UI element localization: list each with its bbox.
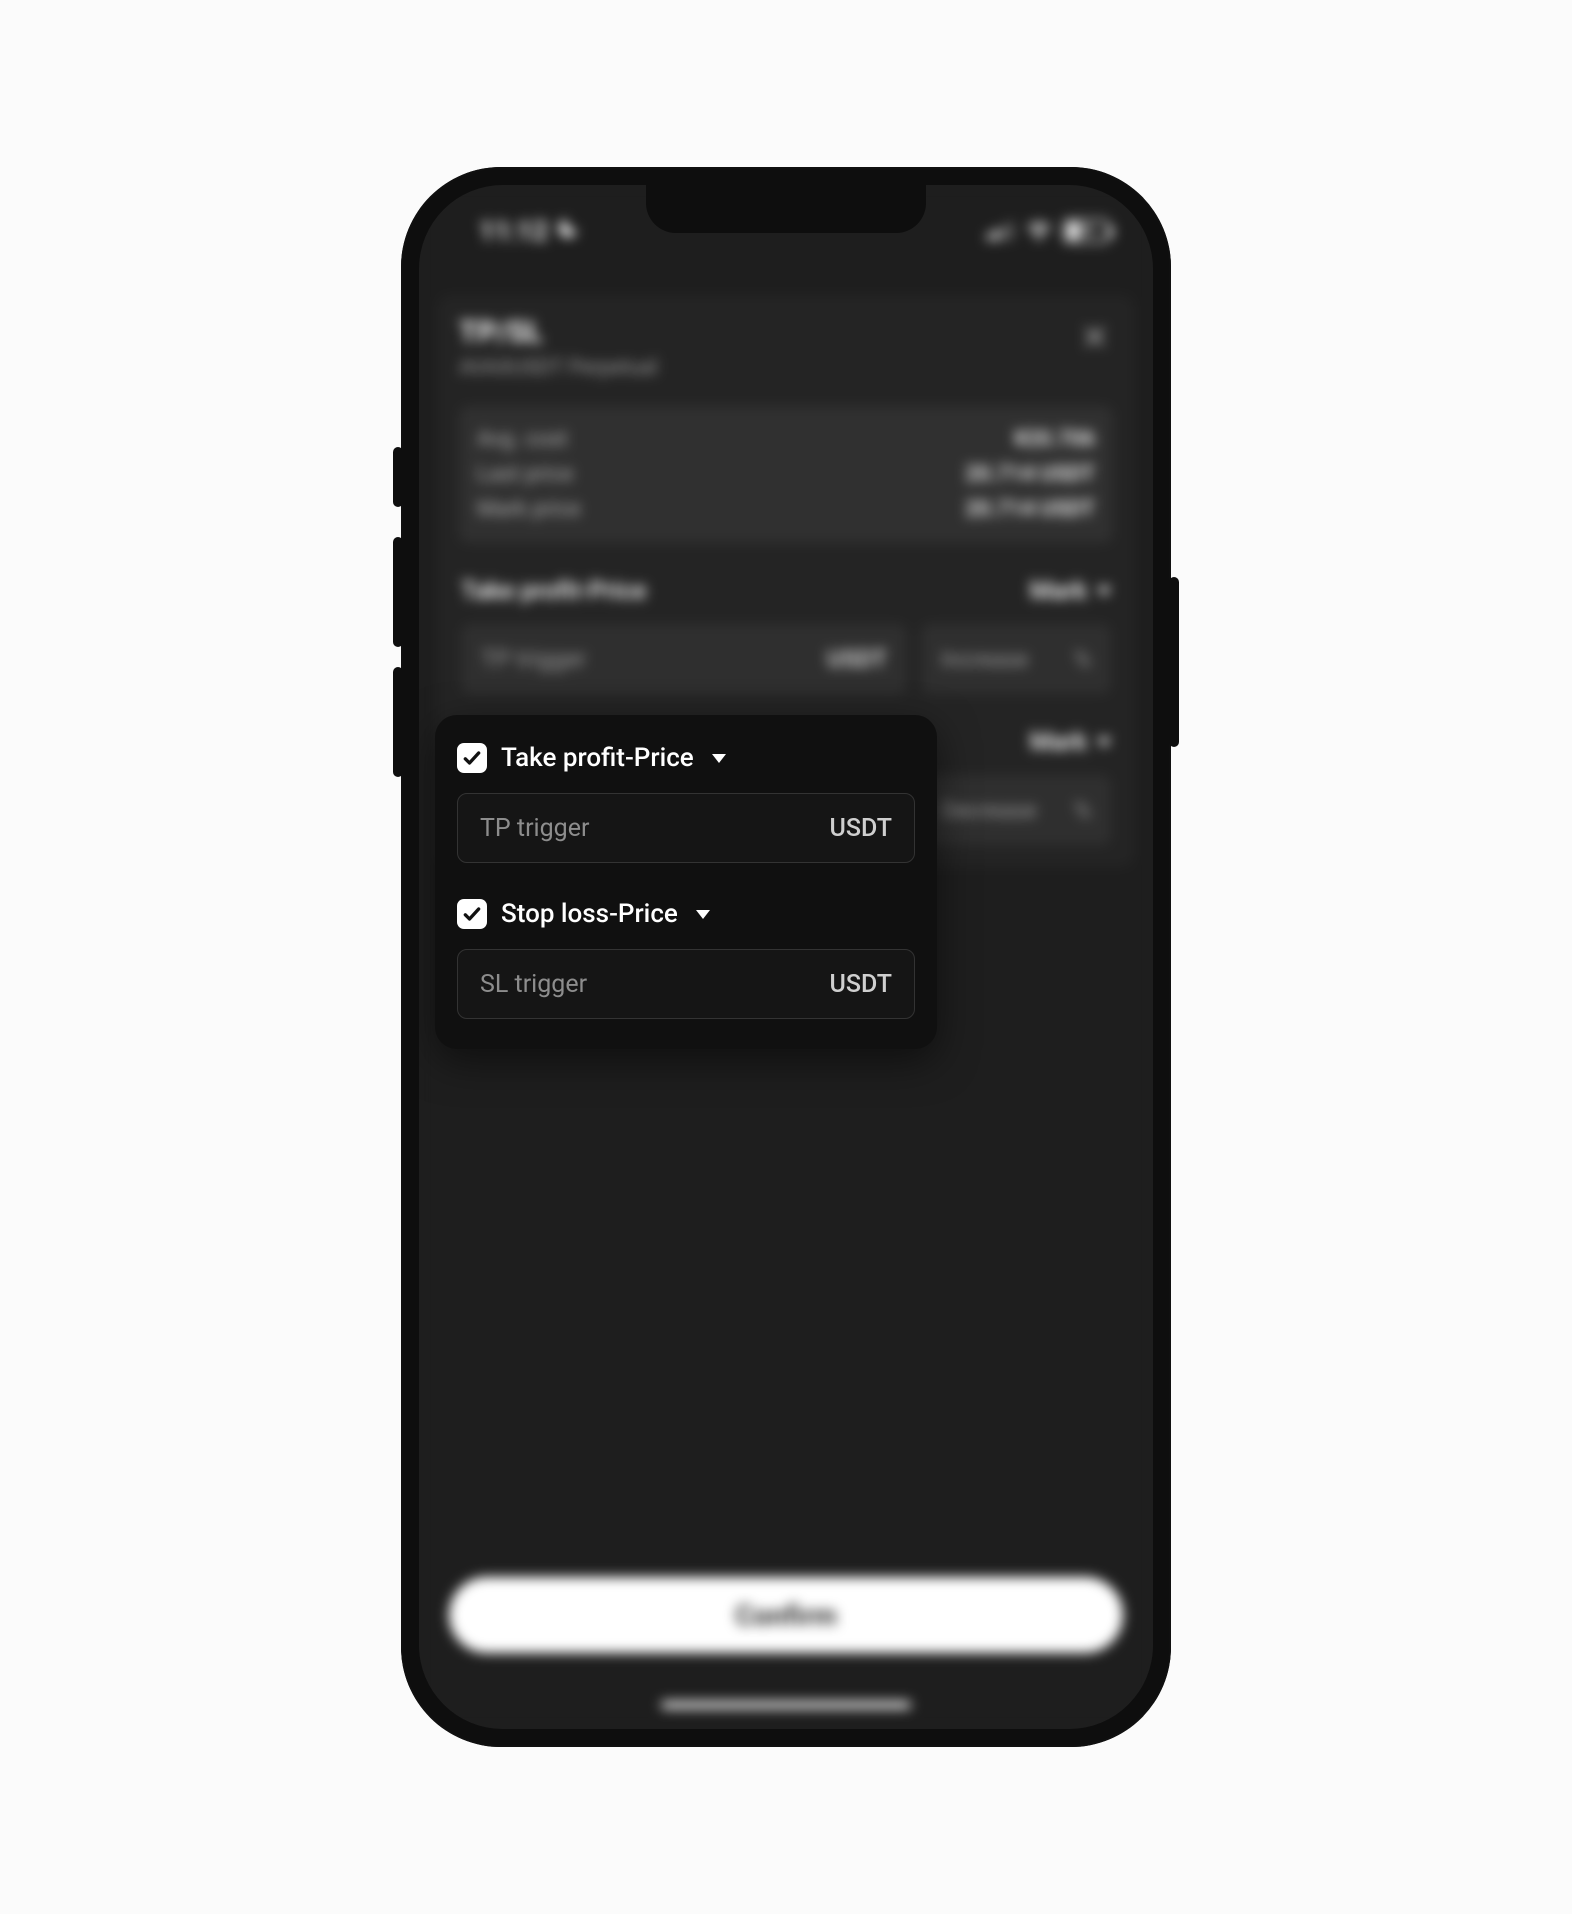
battery-level: 26	[1065, 223, 1107, 239]
tp-trigger-placeholder: TP trigger	[481, 645, 586, 673]
sl-dropdown[interactable]: Stop loss-Price	[457, 899, 915, 929]
sl-popover-placeholder: SL trigger	[480, 970, 587, 999]
sl-pct-unit: %	[1074, 797, 1091, 824]
moon-icon	[556, 215, 580, 247]
phone-volume-up	[393, 537, 403, 647]
last-price-value: 20.714 USDT	[965, 462, 1095, 487]
avg-cost-label: Avg. cost	[477, 427, 568, 452]
tp-popover-label: Take profit-Price	[501, 743, 694, 773]
sl-mark-label: Mark	[1030, 728, 1087, 757]
status-time: 11:12	[479, 215, 548, 247]
confirm-button[interactable]: Confirm	[449, 1577, 1123, 1653]
tp-trigger-unit: USDT	[827, 645, 887, 673]
tp-checkbox[interactable]	[457, 743, 487, 773]
phone-screen: 11:12 26	[419, 185, 1153, 1729]
mark-price-label: Mark price	[477, 497, 581, 522]
chevron-down-icon	[1097, 587, 1111, 596]
tp-section: Take profit-Price Mark TP trigger USDT	[459, 577, 1113, 694]
chevron-down-icon	[1097, 738, 1111, 747]
last-price-label: Last price	[477, 462, 573, 487]
price-info-card: Avg. cost ¥20.706 Last price 20.714 USDT…	[459, 406, 1113, 543]
phone-notch	[646, 185, 926, 233]
tp-trigger-input[interactable]: TP trigger USDT	[461, 624, 907, 694]
mark-price-value: 20.714 USDT	[965, 497, 1095, 522]
outer-card: 11:12 26	[16, 17, 1556, 1897]
tp-title: Take profit-Price	[461, 577, 646, 606]
sl-mark-select[interactable]: Mark	[1030, 728, 1111, 757]
tp-pct-input[interactable]: Increase %	[921, 624, 1111, 694]
tp-mark-select[interactable]: Mark	[1030, 577, 1111, 606]
phone-volume-down	[393, 667, 403, 777]
sl-popover-unit: USDT	[830, 970, 892, 999]
tp-pct-label: Increase	[941, 646, 1028, 673]
sl-popover-label: Stop loss-Price	[501, 899, 678, 929]
home-indicator[interactable]	[661, 1701, 911, 1709]
phone-frame: 11:12 26	[401, 167, 1171, 1747]
sl-popover-input[interactable]: SL trigger USDT	[457, 949, 915, 1019]
sl-pct-label: Decrease	[941, 797, 1037, 824]
tp-popover-placeholder: TP trigger	[480, 814, 589, 843]
tp-popover-input[interactable]: TP trigger USDT	[457, 793, 915, 863]
avg-cost-value: ¥20.706	[1014, 427, 1095, 452]
tpsl-popover: Take profit-Price TP trigger USDT Stop l…	[435, 715, 937, 1049]
close-icon[interactable]: ✕	[1077, 315, 1114, 361]
wifi-icon	[1025, 221, 1053, 241]
modal-subtitle: AVAXUSDT Perpetual	[459, 356, 657, 380]
tp-mark-label: Mark	[1030, 577, 1087, 606]
modal-title: TP/SL	[459, 315, 657, 350]
phone-power-button	[1169, 577, 1179, 747]
chevron-down-icon	[696, 910, 710, 919]
chevron-down-icon	[712, 754, 726, 763]
confirm-label: Confirm	[735, 1599, 836, 1632]
sl-checkbox[interactable]	[457, 899, 487, 929]
tp-dropdown[interactable]: Take profit-Price	[457, 743, 915, 773]
phone-mute-switch	[393, 447, 403, 507]
tp-pct-unit: %	[1074, 646, 1091, 673]
tp-popover-unit: USDT	[830, 814, 892, 843]
sl-pct-input[interactable]: Decrease %	[921, 775, 1111, 845]
battery-icon: 26	[1063, 219, 1109, 243]
cellular-icon	[987, 222, 1015, 240]
